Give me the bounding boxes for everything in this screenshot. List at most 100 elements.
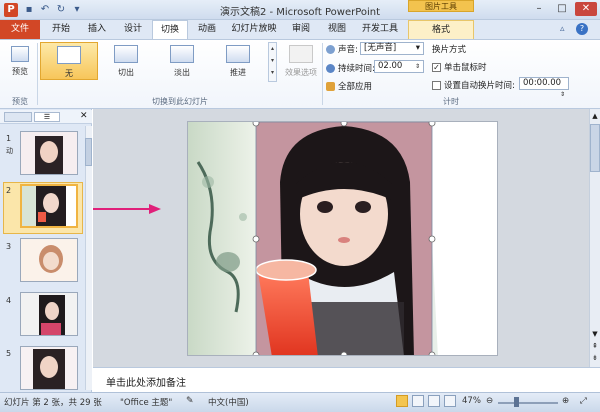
advance-slide-title: 换片方式 — [432, 45, 467, 55]
tab-home[interactable]: 开始 — [44, 20, 78, 39]
slide-sorter-icon[interactable] — [412, 395, 424, 407]
normal-view-icon[interactable] — [396, 395, 408, 407]
sound-label: 声音: — [326, 43, 358, 55]
collapse-ribbon-icon[interactable]: ▵ — [560, 24, 570, 34]
zoom-in-icon[interactable]: ⊕ — [562, 396, 569, 406]
tab-transitions[interactable]: 切换 — [152, 20, 188, 39]
current-slide[interactable] — [187, 121, 498, 356]
transition-none[interactable]: 无 — [40, 42, 98, 80]
language-status[interactable]: 中文(中国) — [208, 396, 249, 408]
tab-slideshow[interactable]: 幻灯片放映 — [226, 20, 282, 39]
group-divider — [322, 43, 323, 105]
transition-fade-icon — [170, 45, 194, 63]
slide-thumbnail-3[interactable] — [20, 238, 78, 282]
effect-options-icon — [289, 45, 313, 63]
slide-thumbnail-2[interactable] — [20, 184, 78, 228]
pink-arrow-annotation — [93, 204, 161, 214]
close-panel-icon[interactable]: ✕ — [80, 111, 88, 121]
transition-cut[interactable]: 切出 — [104, 45, 148, 78]
slide-thumbnail-5[interactable] — [20, 346, 78, 390]
chevron-down-icon: ▾ — [415, 43, 420, 53]
clock-icon — [326, 64, 335, 73]
slide-thumbnail-1[interactable] — [20, 131, 78, 175]
zoom-slider[interactable] — [498, 402, 558, 404]
tab-developer[interactable]: 开发工具 — [356, 20, 404, 39]
tab-view[interactable]: 视图 — [320, 20, 354, 39]
zoom-out-icon[interactable]: ⊖ — [486, 396, 493, 406]
tab-design[interactable]: 设计 — [116, 20, 150, 39]
thumb-number: 3 — [6, 242, 12, 251]
tab-file[interactable]: 文件 — [0, 20, 40, 39]
sound-icon — [326, 45, 335, 54]
next-slide-icon[interactable]: ⇟ — [590, 354, 600, 362]
preview-group-label: 预览 — [12, 97, 28, 106]
thumbnail-image — [21, 132, 77, 174]
preview-label: 预览 — [12, 67, 28, 76]
transition-fade-label: 淡出 — [174, 68, 190, 77]
preview-icon — [11, 46, 29, 62]
window-title: 演示文稿2 - Microsoft PowerPoint — [219, 7, 381, 18]
reading-view-icon[interactable] — [428, 395, 440, 407]
apply-all-icon — [326, 82, 335, 91]
slide-scroll-thumb[interactable] — [590, 124, 600, 172]
duration-label: 持续时间: — [326, 62, 375, 74]
slide-picture[interactable] — [188, 122, 498, 356]
thumbnail-image — [21, 347, 77, 389]
transition-none-label: 无 — [65, 69, 73, 78]
spell-check-icon[interactable]: ✎ — [186, 396, 194, 406]
transition-push[interactable]: 推进 — [216, 45, 260, 78]
thumbnail-image — [21, 293, 77, 335]
preview-button[interactable]: 预览 — [6, 46, 34, 77]
minimize-icon[interactable]: – — [528, 2, 550, 16]
scroll-down-icon[interactable]: ▼ — [590, 330, 600, 338]
notes-placeholder[interactable]: 单击此处添加备注 — [106, 374, 186, 389]
tab-review[interactable]: 审阅 — [284, 20, 318, 39]
auto-advance-checkbox[interactable]: 设置自动换片时间: — [432, 79, 515, 91]
slideshow-view-icon[interactable] — [444, 395, 456, 407]
effect-options-label: 效果选项 — [285, 68, 317, 77]
save-icon[interactable]: ▪ — [22, 3, 36, 17]
effect-options-button[interactable]: 效果选项 — [280, 45, 322, 78]
group-divider — [37, 43, 38, 105]
transition-push-icon — [226, 45, 250, 63]
thumbnails-scroll-thumb[interactable] — [85, 138, 92, 166]
slide-count-status: 幻灯片 第 2 张，共 29 张 — [4, 398, 102, 408]
thumb-number: 1 — [6, 134, 12, 143]
timing-group-label: 计时 — [443, 97, 459, 106]
previous-slide-icon[interactable]: ⇞ — [590, 342, 600, 350]
slide-thumbnail-4[interactable] — [20, 292, 78, 336]
theme-status[interactable]: "Office 主题" — [120, 396, 172, 408]
gallery-scroll[interactable]: ▴ ▾ ▾ — [268, 42, 277, 82]
duration-input[interactable]: 02.00 ⇕ — [374, 60, 424, 73]
stepper-icon[interactable]: ⇕ — [415, 61, 420, 72]
powerpoint-app-icon[interactable]: P — [4, 3, 18, 17]
checkbox-checked[interactable]: ✓ — [432, 63, 441, 72]
zoom-slider-thumb[interactable] — [514, 397, 519, 407]
customize-qat-icon[interactable]: ▾ — [70, 3, 84, 17]
apply-all-button[interactable]: 全部应用 — [326, 80, 372, 92]
fit-to-window-icon[interactable]: ⤢ — [580, 396, 587, 406]
transition-cut-label: 切出 — [118, 68, 134, 77]
maximize-icon[interactable]: □ — [551, 2, 573, 16]
scroll-up-icon[interactable]: ▲ — [590, 112, 600, 120]
tab-format[interactable]: 格式 — [408, 20, 474, 39]
transition-fade[interactable]: 淡出 — [160, 45, 204, 78]
thumb-number: 4 — [6, 296, 12, 305]
sound-dropdown[interactable]: [无声音] ▾ — [360, 42, 424, 55]
outline-tab-icon[interactable]: ☰ — [34, 112, 60, 122]
on-mouse-click-checkbox[interactable]: ✓ 单击鼠标时 — [432, 61, 487, 73]
zoom-level[interactable]: 47% — [462, 396, 481, 406]
thumbnail-image — [22, 186, 76, 226]
thumb-number: 2 — [6, 186, 12, 195]
slides-tab[interactable] — [4, 112, 32, 122]
tab-animations[interactable]: 动画 — [190, 20, 224, 39]
transition-mark: 动 — [6, 147, 13, 155]
checkbox-unchecked[interactable] — [432, 81, 441, 90]
undo-icon[interactable]: ↶ — [38, 3, 52, 17]
auto-advance-time-input[interactable]: 00:00.00 ⇕ — [519, 77, 569, 98]
close-icon[interactable]: ✕ — [575, 2, 597, 16]
thumbnail-image — [21, 239, 77, 281]
tab-insert[interactable]: 插入 — [80, 20, 114, 39]
help-icon[interactable]: ? — [576, 23, 588, 35]
redo-icon[interactable]: ↻ — [54, 3, 68, 17]
